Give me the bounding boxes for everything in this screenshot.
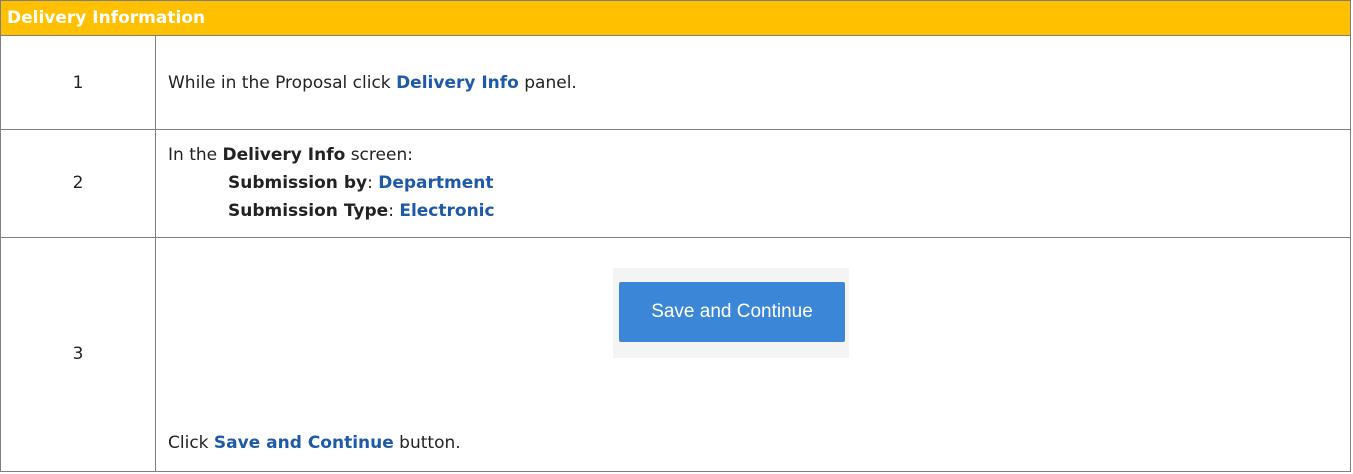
field-label: Submission by bbox=[228, 173, 368, 194]
field-value: Electronic bbox=[399, 201, 495, 222]
step-row: 1 While in the Proposal click Delivery I… bbox=[0, 35, 1351, 130]
step-instruction: While in the Proposal click Delivery Inf… bbox=[155, 35, 1351, 130]
instruction-text: screen: bbox=[345, 145, 413, 166]
step-row: 3 Save and Continue Click Save and Conti… bbox=[0, 236, 1351, 473]
instruction-text: button. bbox=[393, 433, 461, 453]
field-separator: : bbox=[367, 173, 379, 194]
delivery-information-table: Delivery Information 1 While in the Prop… bbox=[0, 0, 1351, 473]
field-line-submission-type: Submission Type: Electronic bbox=[168, 197, 1349, 225]
step-number: 1 bbox=[0, 35, 156, 130]
field-line-submission-by: Submission by: Department bbox=[168, 169, 1349, 197]
save-and-continue-link-text: Save and Continue bbox=[213, 433, 394, 453]
field-separator: : bbox=[388, 201, 400, 222]
step-number: 3 bbox=[0, 236, 156, 473]
table-header: Delivery Information bbox=[0, 0, 1351, 37]
step-instruction: In the Delivery Info screen: Submission … bbox=[155, 128, 1351, 238]
field-value: Department bbox=[378, 173, 494, 194]
field-label: Submission Type bbox=[228, 201, 389, 222]
screen-name: Delivery Info bbox=[222, 145, 346, 166]
instruction-text: panel. bbox=[518, 72, 577, 93]
step-instruction: Save and Continue Click Save and Continu… bbox=[155, 236, 1351, 473]
step-number: 2 bbox=[0, 128, 156, 238]
instruction-text: Click bbox=[168, 433, 214, 453]
save-and-continue-button[interactable]: Save and Continue bbox=[619, 281, 845, 342]
button-screenshot: Save and Continue bbox=[613, 267, 849, 358]
step-row: 2 In the Delivery Info screen: Submissio… bbox=[0, 128, 1351, 238]
instruction-line: In the Delivery Info screen: bbox=[168, 141, 1349, 169]
delivery-info-link-text: Delivery Info bbox=[396, 72, 519, 93]
instruction-text: In the bbox=[168, 145, 223, 166]
instruction-text: While in the Proposal click bbox=[168, 72, 397, 93]
